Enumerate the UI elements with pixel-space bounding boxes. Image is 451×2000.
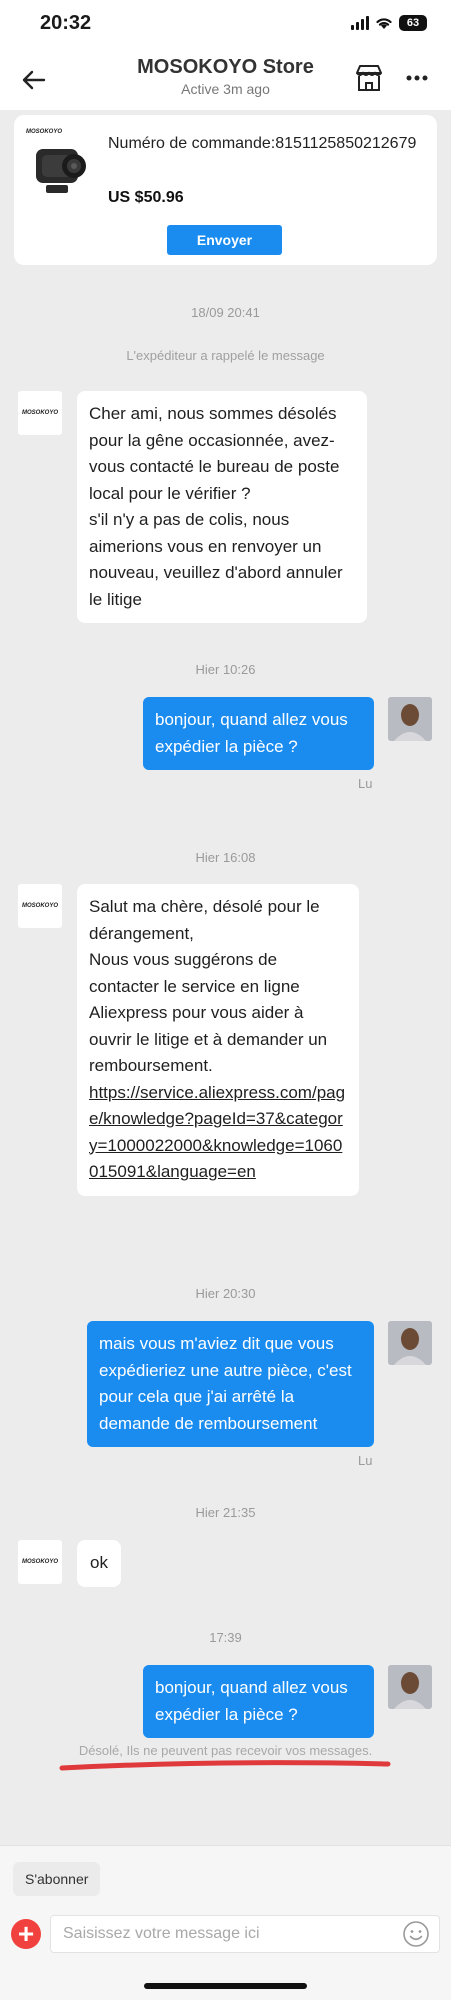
status-icons: 63 (351, 15, 427, 31)
user-avatar-photo (388, 1665, 432, 1709)
message-line: s'il n'y a pas de colis, nous (89, 510, 290, 529)
recalled-notice: L'expéditeur a rappelé le message (126, 348, 325, 363)
more-icon[interactable] (400, 65, 434, 91)
message-line: nouveau, veuillez d'abord annuler (89, 563, 343, 582)
message-line: pour la gêne occasionnée, avez- (89, 430, 335, 450)
message-line: vous contacté le bureau de poste (89, 457, 340, 476)
user-avatar (388, 1665, 432, 1709)
message-line: ok (90, 1553, 108, 1572)
home-indicator (144, 1983, 307, 1989)
message-line: local pour le vérifier ? (89, 483, 251, 503)
incoming-message: Salut ma chère, désolé pour le dérangeme… (77, 884, 359, 1196)
wifi-icon (376, 18, 392, 29)
user-avatar (388, 1321, 432, 1365)
shop-avatar-brand: MOSOKOYO (21, 1559, 58, 1565)
support-link[interactable]: https://service.aliexpress.com/page/know… (89, 1080, 347, 1186)
product-price: US $50.96 (108, 189, 184, 206)
message-line: dérangement, (89, 923, 194, 943)
timestamp: Hier 20:30 (195, 1286, 256, 1301)
message-line: Salut ma chère, désolé pour le (89, 897, 320, 916)
message-line: expédieriez une autre pièce, c'est (99, 1360, 352, 1380)
status-time: 20:32 (40, 12, 92, 34)
message-line: pour cela que j'ai arrêté la (99, 1387, 295, 1406)
message-line: expédier la pièce ? (155, 1704, 298, 1724)
signal-icon (351, 16, 369, 30)
timestamp: Hier 21:35 (195, 1505, 256, 1520)
message-line: expédier la pièce ? (155, 736, 298, 756)
outgoing-message: mais vous m'aviez dit que vous expédieri… (87, 1321, 374, 1447)
plus-icon[interactable]: + (11, 1919, 41, 1949)
chat-header: MOSOKOYO Store Active 3m ago (0, 54, 451, 110)
subscribe-button[interactable]: S'abonner (13, 1862, 101, 1896)
message-line: remboursement. (89, 1056, 213, 1075)
message-line: bonjour, quand allez vous (155, 1678, 348, 1697)
timestamp: Hier 10:26 (195, 662, 256, 677)
message-line: aimerions vous en renvoyer un (89, 536, 322, 556)
user-avatar-photo (388, 1321, 432, 1365)
product-camera-image (36, 149, 86, 193)
product-image[interactable]: MOSOKOYO (26, 129, 96, 209)
incoming-message: ok (77, 1540, 121, 1587)
message-line: Aliexpress pour vous aider à (89, 1003, 304, 1022)
message-line: contacter le service en ligne (89, 976, 300, 996)
outgoing-message: bonjour, quand allez vous expédier la pi… (143, 1665, 374, 1738)
read-status: Lu (358, 776, 373, 791)
timestamp: Hier 16:08 (195, 850, 256, 865)
shop-avatar: MOSOKOYO (18, 1540, 62, 1584)
message-input[interactable] (50, 1915, 440, 1953)
message-line: Cher ami, nous sommes désolés (89, 404, 337, 423)
message-line: le litige (89, 589, 142, 609)
red-underline-annotation (59, 1760, 391, 1771)
message-line: ouvrir le litige et à demander un (89, 1029, 328, 1049)
user-avatar (388, 697, 432, 741)
product-card[interactable]: MOSOKOYO Numéro de commande:815112585021… (14, 115, 437, 265)
incoming-message: Cher ami, nous sommes désolés pour la gê… (77, 391, 367, 623)
user-avatar-photo (388, 697, 432, 741)
timestamp: 17:39 (209, 1630, 242, 1645)
shop-avatar-brand: MOSOKOYO (21, 410, 58, 416)
order-number: Numéro de commande:8151125850212679 (108, 135, 417, 152)
message-line: bonjour, quand allez vous (155, 710, 348, 729)
emoji-icon[interactable] (402, 1920, 430, 1948)
outgoing-message: bonjour, quand allez vous expédier la pi… (143, 697, 374, 770)
message-line: demande de remboursement (99, 1413, 318, 1433)
message-line: mais vous m'aviez dit que vous (99, 1334, 334, 1353)
timestamp: 18/09 20:41 (191, 305, 260, 320)
message-line: Nous vous suggérons de (89, 950, 278, 969)
status-bar: 20:32 63 (0, 0, 451, 54)
composer-bar: S'abonner + (0, 1845, 451, 2000)
battery-icon: 63 (399, 15, 427, 31)
shop-avatar: MOSOKOYO (18, 391, 62, 435)
shop-avatar-brand: MOSOKOYO (21, 903, 58, 909)
store-icon[interactable] (352, 61, 386, 95)
shop-avatar: MOSOKOYO (18, 884, 62, 928)
send-product-button[interactable]: Envoyer (167, 225, 282, 255)
read-status: Lu (358, 1453, 373, 1468)
